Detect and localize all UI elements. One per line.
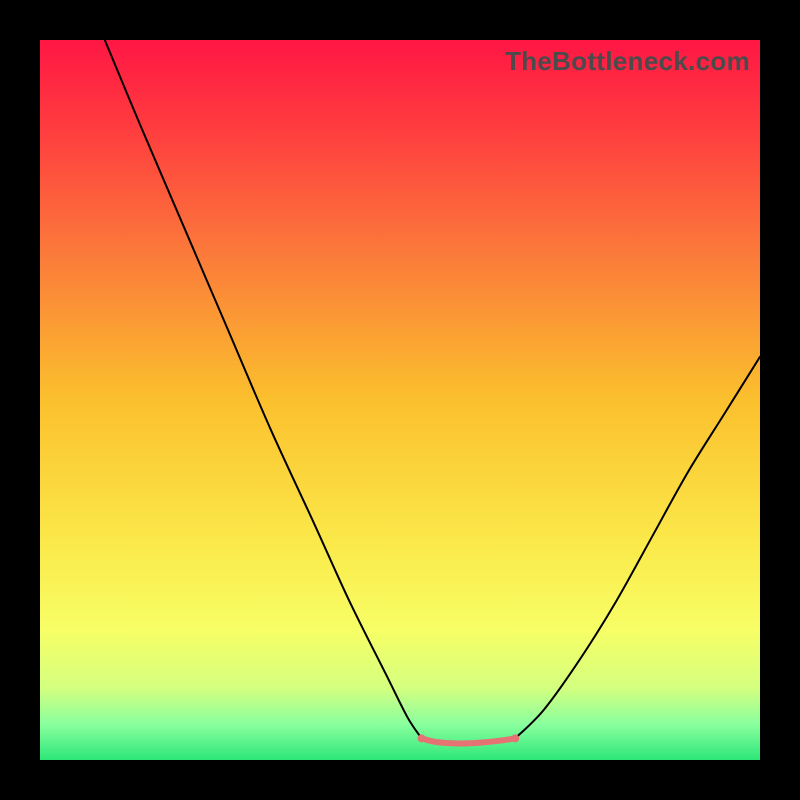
chart-frame: TheBottleneck.com [40,40,760,760]
chart-svg [40,40,760,760]
curve-marker [418,734,426,742]
gradient-background [40,40,760,760]
curve-marker [511,734,519,742]
watermark-text: TheBottleneck.com [505,46,750,77]
